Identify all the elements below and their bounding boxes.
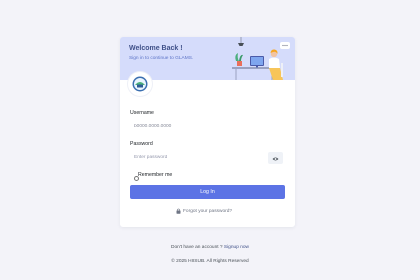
login-button[interactable]: Log In <box>130 185 285 199</box>
lock-icon <box>176 208 181 214</box>
welcome-subtitle: Sign in to continue to GLAMS. <box>129 56 194 61</box>
username-label: Username <box>130 110 154 116</box>
signup-prompt: Don't have an account ? Signup now <box>0 245 420 250</box>
remember-label: Remember me <box>138 172 173 178</box>
toggle-password-button[interactable] <box>268 152 283 164</box>
welcome-title: Welcome Back ! <box>129 45 183 52</box>
password-input[interactable] <box>130 151 285 164</box>
workspace-illustration-icon <box>232 37 290 80</box>
logo-icon <box>128 72 152 96</box>
footer-copyright: © 2025 HIISUB. All Rights Reserved <box>171 259 249 264</box>
password-label: Password <box>130 141 153 147</box>
forgot-password-link[interactable]: Forgot your password? <box>176 208 232 214</box>
signup-prompt-text: Don't have an account ? <box>171 245 224 250</box>
forgot-password-text: Forgot your password? <box>183 208 233 214</box>
username-input[interactable] <box>130 120 285 133</box>
signup-link[interactable]: Signup now <box>224 245 249 250</box>
login-card: Welcome Back ! Sign in to continue to GL… <box>120 37 295 227</box>
eye-icon <box>272 157 279 161</box>
